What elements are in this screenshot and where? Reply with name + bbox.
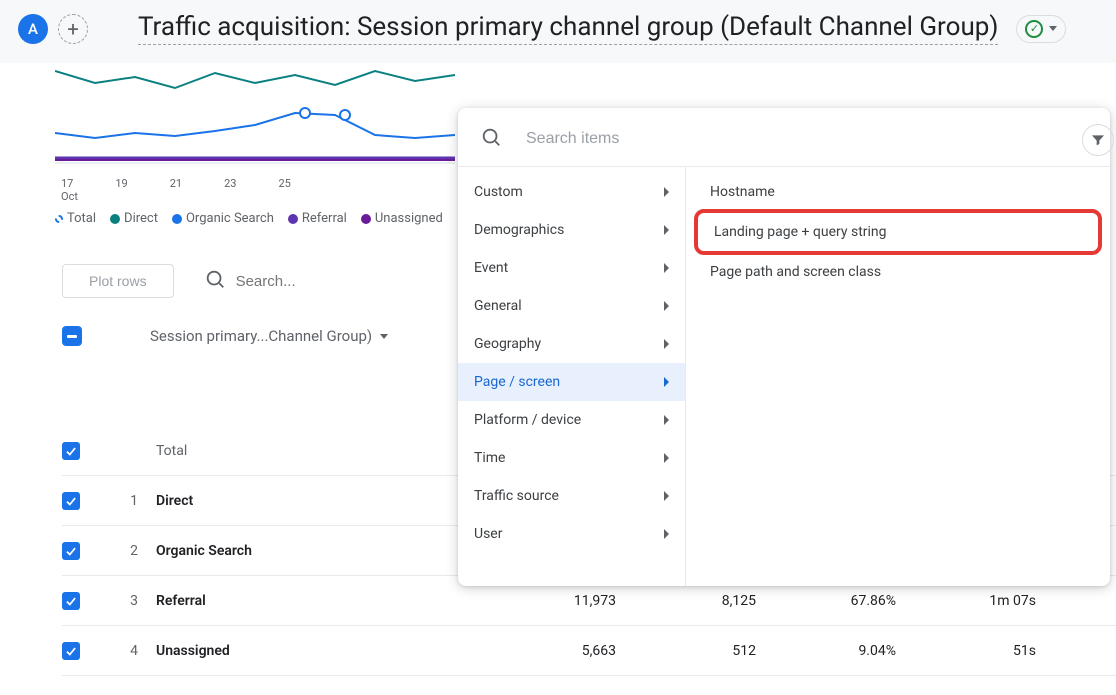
search-icon <box>204 268 226 294</box>
chevron-right-icon <box>664 377 669 387</box>
legend-referral[interactable]: Referral <box>288 211 347 226</box>
category-label: Geography <box>474 336 541 352</box>
legend-dot <box>55 215 63 223</box>
indeterminate-icon <box>67 335 77 338</box>
header-bar: A + Traffic acquisition: Session primary… <box>0 0 1116 63</box>
dimension-dropdown[interactable]: Session primary...Channel Group) <box>150 327 388 345</box>
category-label: Platform / device <box>474 412 581 428</box>
avatar[interactable]: A <box>18 14 48 44</box>
chevron-down-icon <box>380 334 388 339</box>
legend-direct[interactable]: Direct <box>110 211 158 226</box>
chevron-right-icon <box>664 187 669 197</box>
plus-icon: + <box>67 17 78 41</box>
search-input[interactable] <box>236 273 396 290</box>
category-item[interactable]: Custom <box>458 173 685 211</box>
chevron-right-icon <box>664 529 669 539</box>
row-checkbox[interactable] <box>62 492 80 510</box>
category-item[interactable]: Page / screen <box>458 363 685 401</box>
tick: 25 <box>279 177 291 190</box>
category-label: Demographics <box>474 222 564 238</box>
category-item[interactable]: Event <box>458 249 685 287</box>
row-checkbox[interactable] <box>62 542 80 560</box>
check-circle-icon: ✓ <box>1025 20 1043 38</box>
filter-icon <box>1090 132 1106 148</box>
line-chart-svg <box>55 63 455 173</box>
subdimension-item[interactable]: Hostname <box>694 173 1102 211</box>
legend-total[interactable]: Total <box>55 211 96 226</box>
category-item[interactable]: Demographics <box>458 211 685 249</box>
tick: 17 <box>61 177 73 190</box>
category-label: Time <box>474 450 505 466</box>
chevron-right-icon <box>664 225 669 235</box>
tick: 23 <box>224 177 236 190</box>
legend-dot <box>110 214 120 224</box>
row-label[interactable]: Organic Search <box>156 543 476 559</box>
category-label: Event <box>474 260 508 276</box>
legend-organic[interactable]: Organic Search <box>172 211 274 226</box>
category-item[interactable]: Time <box>458 439 685 477</box>
chevron-right-icon <box>664 453 669 463</box>
row-checkbox[interactable] <box>62 592 80 610</box>
dimension-panel: Custom Demographics Event General Geography P… <box>458 108 1110 586</box>
search-icon <box>480 126 502 152</box>
category-column: Custom Demographics Event General Geography P… <box>458 167 686 586</box>
tick: 21 <box>170 177 182 190</box>
category-item[interactable]: Geography <box>458 325 685 363</box>
row-checkbox[interactable] <box>62 642 80 660</box>
category-item[interactable]: General <box>458 287 685 325</box>
subdimension-item[interactable]: Landing page + query string <box>698 213 1098 251</box>
select-all-checkbox[interactable] <box>62 326 82 346</box>
category-label: User <box>474 526 502 542</box>
chevron-right-icon <box>664 491 669 501</box>
add-button[interactable]: + <box>58 14 88 44</box>
chevron-right-icon <box>664 301 669 311</box>
panel-search-input[interactable] <box>526 130 1088 148</box>
subitem-column: HostnameLanding page + query stringPage … <box>686 167 1110 586</box>
status-chip[interactable]: ✓ <box>1016 15 1066 43</box>
plot-rows-button[interactable]: Plot rows <box>62 264 174 298</box>
page-title[interactable]: Traffic acquisition: Session primary cha… <box>138 12 998 45</box>
chevron-right-icon <box>664 415 669 425</box>
chevron-right-icon <box>664 339 669 349</box>
row-label: Total <box>156 443 476 459</box>
row-checkbox[interactable] <box>62 442 80 460</box>
subdimension-item[interactable]: Page path and screen class <box>694 253 1102 291</box>
legend-dot <box>172 214 182 224</box>
tick: 19 <box>115 177 127 190</box>
category-label: Page / screen <box>474 374 560 390</box>
row-label[interactable]: Direct <box>156 493 476 509</box>
table-row: 4 Unassigned 5,663 512 9.04% 51s <box>62 626 1116 676</box>
chevron-right-icon <box>664 263 669 273</box>
legend-unassigned[interactable]: Unassigned <box>361 211 443 226</box>
category-item[interactable]: User <box>458 515 685 553</box>
filter-button[interactable] <box>1082 124 1114 156</box>
category-label: General <box>474 298 522 314</box>
table-search[interactable] <box>204 268 396 294</box>
category-item[interactable]: Platform / device <box>458 401 685 439</box>
row-label[interactable]: Unassigned <box>156 643 476 659</box>
chevron-down-icon <box>1049 26 1057 31</box>
legend-dot <box>288 214 298 224</box>
category-item[interactable]: Traffic source <box>458 477 685 515</box>
category-label: Custom <box>474 184 523 200</box>
row-label[interactable]: Referral <box>156 593 476 609</box>
panel-search-row <box>458 108 1110 166</box>
legend-dot <box>361 214 371 224</box>
category-label: Traffic source <box>474 488 559 504</box>
